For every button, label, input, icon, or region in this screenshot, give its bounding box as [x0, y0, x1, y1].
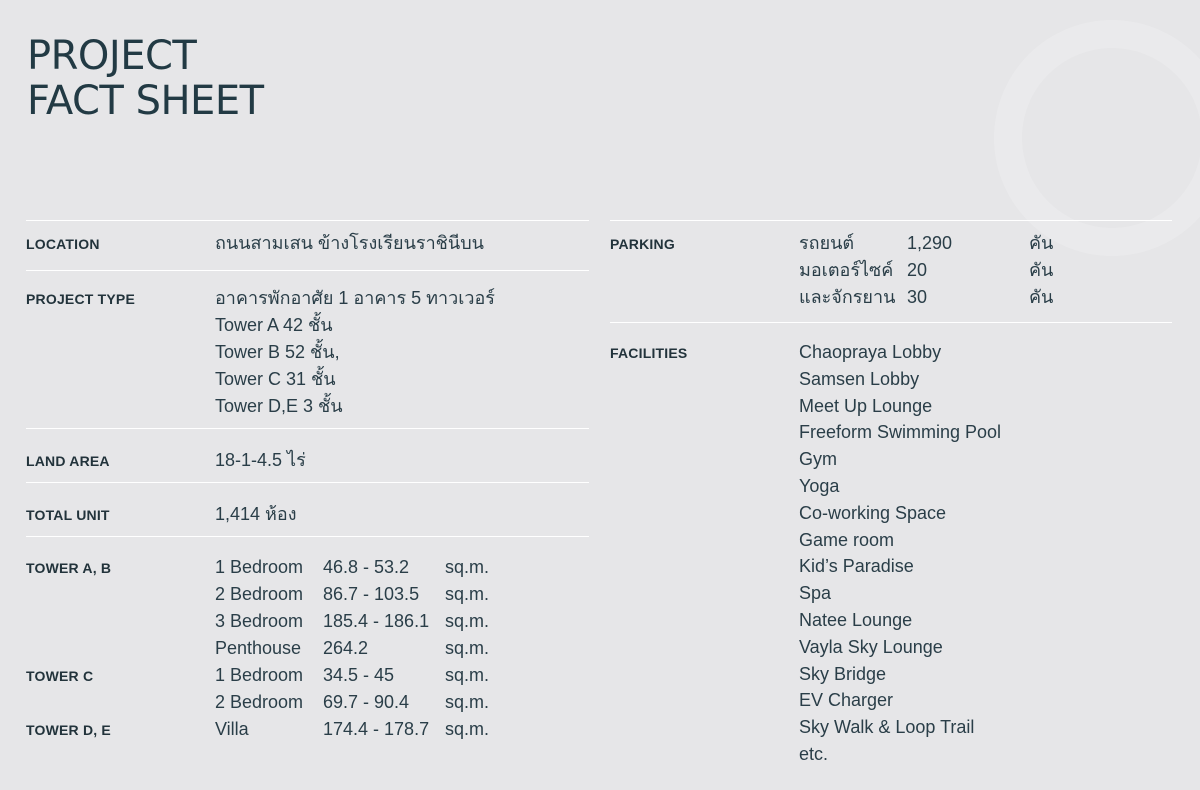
page-title: PROJECT FACT SHEET [27, 34, 264, 124]
unit-row: Penthouse 264.2 sq.m. [215, 635, 489, 662]
parking-row: มอเตอร์ไซค์ 20 คัน [799, 257, 1053, 284]
unit-size: 34.5 - 45 [323, 665, 395, 685]
project-type-line: อาคารพักอาศัย 1 อาคาร 5 ทาวเวอร์ [215, 288, 495, 308]
unit-row: 3 Bedroom 185.4 - 186.1 sq.m. [215, 608, 489, 635]
location-value: ถนนสามเสน ข้างโรงเรียนราชินีบน [215, 233, 484, 253]
facility-item: Samsen Lobby [799, 368, 920, 389]
location-label: LOCATION [26, 236, 100, 252]
total-unit-label: TOTAL UNIT [26, 507, 110, 523]
tower-de-label: TOWER D, E [26, 722, 111, 738]
vehicle-unit: คัน [1029, 233, 1054, 253]
facilities-list: Chaopraya Lobby Samsen Lobby Meet Up Lou… [799, 339, 1001, 768]
facility-item: Yoga [799, 475, 840, 496]
facility-item: Sky Walk & Loop Trail [799, 717, 975, 738]
unit-measure: sq.m. [445, 584, 490, 604]
vehicle-unit: คัน [1029, 287, 1054, 307]
unit-type: 1 Bedroom [215, 557, 304, 577]
vehicle-count: 1,290 [907, 233, 953, 253]
facility-item: EV Charger [799, 690, 894, 711]
unit-measure: sq.m. [445, 719, 490, 739]
facility-item: Spa [799, 583, 832, 604]
project-type-line: Tower A 42 ชั้น [215, 315, 333, 335]
vehicle-count: 30 [907, 287, 928, 307]
total-unit-section: TOTAL UNIT 1,414 ห้อง [26, 482, 589, 536]
towers-section: TOWER A, B TOWER C TOWER D, E 1 Bedroom 4… [26, 536, 589, 739]
facility-item: Gym [799, 449, 837, 470]
land-area-label: LAND AREA [26, 453, 110, 469]
land-area-value-block: 18-1-4.5 ไร่ [215, 447, 306, 474]
unit-row: 1 Bedroom 34.5 - 45 sq.m. [215, 662, 489, 689]
unit-size: 46.8 - 53.2 [323, 557, 410, 577]
facility-item: Meet Up Lounge [799, 395, 933, 416]
facility-item: etc. [799, 743, 829, 764]
unit-size: 174.4 - 178.7 [323, 719, 430, 739]
unit-row: 1 Bedroom 46.8 - 53.2 sq.m. [215, 554, 489, 581]
project-type-line: Tower C 31 ชั้น [215, 369, 336, 389]
unit-type: 2 Bedroom [215, 584, 304, 604]
unit-type: 1 Bedroom [215, 665, 304, 685]
unit-size: 86.7 - 103.5 [323, 584, 420, 604]
parking-row: รถยนต์ 1,290 คัน [799, 230, 1053, 257]
facility-item: Kid’s Paradise [799, 556, 914, 577]
facility-item: Co-working Space [799, 502, 947, 523]
unit-measure: sq.m. [445, 611, 490, 631]
unit-type: Villa [215, 719, 249, 739]
vehicle-type: และจักรยาน [799, 287, 896, 307]
project-type-values: อาคารพักอาศัย 1 อาคาร 5 ทาวเวอร์ Tower A… [215, 285, 495, 420]
project-type-label: PROJECT TYPE [26, 291, 135, 307]
facility-item: Sky Bridge [799, 663, 887, 684]
vehicle-type: รถยนต์ [799, 233, 855, 253]
unit-type: 2 Bedroom [215, 692, 304, 712]
project-type-line: Tower D,E 3 ชั้น [215, 396, 343, 416]
parking-label: PARKING [610, 236, 675, 252]
vehicle-count: 20 [907, 260, 928, 280]
parking-row: และจักรยาน 30 คัน [799, 284, 1053, 311]
facility-item: Freeform Swimming Pool [799, 422, 1002, 443]
unit-row: 2 Bedroom 86.7 - 103.5 sq.m. [215, 581, 489, 608]
tower-c-label: TOWER C [26, 668, 94, 684]
unit-size: 69.7 - 90.4 [323, 692, 410, 712]
location-value-block: ถนนสามเสน ข้างโรงเรียนราชินีบน [215, 230, 484, 257]
unit-measure: sq.m. [445, 557, 490, 577]
land-area-value: 18-1-4.5 ไร่ [215, 450, 306, 470]
unit-size: 185.4 - 186.1 [323, 611, 430, 631]
project-type-line: Tower B 52 ชั้น, [215, 342, 340, 362]
facility-item: Chaopraya Lobby [799, 342, 942, 362]
facility-item: Vayla Sky Lounge [799, 636, 943, 657]
unit-row: 2 Bedroom 69.7 - 90.4 sq.m. [215, 689, 489, 716]
facility-item: Game room [799, 529, 895, 550]
total-unit-value-block: 1,414 ห้อง [215, 501, 297, 528]
location-section: LOCATION ถนนสามเสน ข้างโรงเรียนราชินีบน [26, 220, 589, 270]
unit-type: 3 Bedroom [215, 611, 304, 631]
unit-size: 264.2 [323, 638, 369, 658]
unit-row: Villa 174.4 - 178.7 sq.m. [215, 716, 489, 743]
right-column: PARKING รถยนต์ 1,290 คัน มอเตอร์ไซค์ 20 คัน … [610, 220, 1172, 783]
facilities-section: FACILITIES Chaopraya Lobby Samsen Lobby … [610, 322, 1172, 783]
vehicle-unit: คัน [1029, 260, 1054, 280]
page-title-line1: PROJECT [27, 33, 197, 79]
facilities-label: FACILITIES [610, 345, 688, 361]
tower-unit-table: 1 Bedroom 46.8 - 53.2 sq.m. 2 Bedroom 86.7 … [215, 554, 489, 743]
parking-table: รถยนต์ 1,290 คัน มอเตอร์ไซค์ 20 คัน และจักรย… [799, 230, 1053, 311]
unit-measure: sq.m. [445, 692, 490, 712]
unit-measure: sq.m. [445, 665, 490, 685]
facility-item: Natee Lounge [799, 609, 913, 630]
tower-ab-label: TOWER A, B [26, 560, 112, 576]
unit-type: Penthouse [215, 638, 302, 658]
vehicle-type: มอเตอร์ไซค์ [799, 260, 894, 280]
project-type-section: PROJECT TYPE อาคารพักอาศัย 1 อาคาร 5 ทาว… [26, 270, 589, 428]
total-unit-value: 1,414 ห้อง [215, 504, 297, 524]
parking-section: PARKING รถยนต์ 1,290 คัน มอเตอร์ไซค์ 20 คัน … [610, 220, 1172, 322]
unit-measure: sq.m. [445, 638, 490, 658]
page-title-line2: FACT SHEET [27, 78, 264, 124]
left-column: LOCATION ถนนสามเสน ข้างโรงเรียนราชินีบน … [26, 220, 589, 739]
land-area-section: LAND AREA 18-1-4.5 ไร่ [26, 428, 589, 482]
